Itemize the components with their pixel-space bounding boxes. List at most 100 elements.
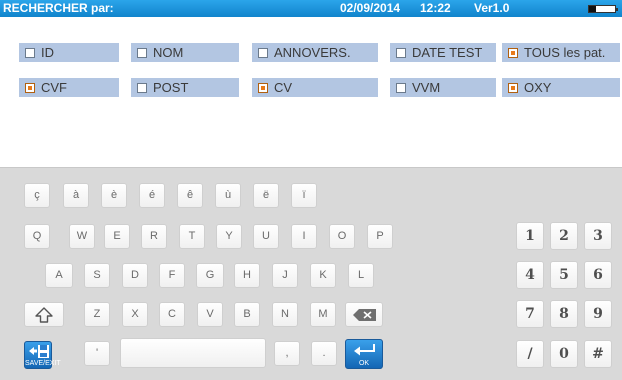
option-label: OXY xyxy=(524,80,552,95)
date-display: 02/09/2014 xyxy=(340,1,401,15)
key-c-cedilla[interactable]: ç xyxy=(24,183,50,208)
page-title: RECHERCHER par: xyxy=(3,1,114,15)
numpad-7[interactable]: 7 xyxy=(516,300,544,328)
option-id[interactable]: ID xyxy=(19,43,119,62)
numpad-slash[interactable]: / xyxy=(516,340,544,368)
numpad-2[interactable]: 2 xyxy=(550,222,578,250)
key-n[interactable]: N xyxy=(272,302,298,327)
key-h[interactable]: H xyxy=(234,263,260,288)
key-w[interactable]: W xyxy=(69,224,95,249)
numpad-6[interactable]: 6 xyxy=(584,261,612,289)
key-l[interactable]: L xyxy=(348,263,374,288)
checkbox-tous-les-pat[interactable] xyxy=(508,48,518,58)
key-c[interactable]: C xyxy=(159,302,185,327)
key-e-acute[interactable]: é xyxy=(139,183,165,208)
checkbox-cv[interactable] xyxy=(258,83,268,93)
enter-ok-button[interactable]: OK xyxy=(345,339,383,369)
key-b[interactable]: B xyxy=(234,302,260,327)
backspace-key[interactable] xyxy=(345,302,383,327)
floppy-disk-icon xyxy=(29,345,49,358)
option-nom[interactable]: NOM xyxy=(131,43,239,62)
option-label: CV xyxy=(274,80,293,95)
key-apostrophe[interactable]: ' xyxy=(84,341,110,366)
key-m[interactable]: M xyxy=(310,302,336,327)
key-r[interactable]: R xyxy=(141,224,167,249)
numpad-1[interactable]: 1 xyxy=(516,222,544,250)
checkbox-vvm[interactable] xyxy=(396,83,406,93)
key-k[interactable]: K xyxy=(310,263,336,288)
key-i[interactable]: I xyxy=(291,224,317,249)
option-oxy[interactable]: OXY xyxy=(502,78,620,97)
key-e[interactable]: E xyxy=(104,224,130,249)
option-label: VVM xyxy=(412,80,441,95)
checkbox-annovers[interactable] xyxy=(258,48,268,58)
key-v[interactable]: V xyxy=(197,302,223,327)
key-e-grave[interactable]: è xyxy=(101,183,127,208)
numpad-hash[interactable]: # xyxy=(584,340,612,368)
option-label: POST xyxy=(153,80,189,95)
option-post[interactable]: POST xyxy=(131,78,239,97)
option-date-test[interactable]: DATE TEST xyxy=(390,43,496,62)
status-bar: RECHERCHER par: 02/09/2014 12:22 Ver1.0 xyxy=(0,0,622,17)
key-z[interactable]: Z xyxy=(84,302,110,327)
key-u-grave[interactable]: ù xyxy=(215,183,241,208)
key-p[interactable]: P xyxy=(367,224,393,249)
key-a[interactable]: A xyxy=(45,263,73,288)
numpad-0[interactable]: 0 xyxy=(550,340,578,368)
option-cv[interactable]: CV xyxy=(252,78,378,97)
option-label: NOM xyxy=(153,45,184,60)
key-j[interactable]: J xyxy=(272,263,298,288)
checked-mark xyxy=(511,86,515,90)
battery-icon xyxy=(588,5,618,13)
option-label: ID xyxy=(41,45,54,60)
enter-arrow-icon xyxy=(354,344,375,356)
key-x[interactable]: X xyxy=(122,302,148,327)
key-e-circumflex[interactable]: ê xyxy=(177,183,203,208)
option-label: DATE TEST xyxy=(412,45,483,60)
save-exit-button[interactable]: SAVE/EXIT xyxy=(24,341,61,369)
key-comma[interactable]: , xyxy=(274,341,300,366)
numpad-3[interactable]: 3 xyxy=(584,222,612,250)
checkbox-oxy[interactable] xyxy=(508,83,518,93)
key-q[interactable]: Q xyxy=(24,224,50,249)
numpad-5[interactable]: 5 xyxy=(550,261,578,289)
key-a-grave[interactable]: à xyxy=(63,183,89,208)
checkbox-post[interactable] xyxy=(137,83,147,93)
checkbox-id[interactable] xyxy=(25,48,35,58)
search-criteria-panel: ID NOM ANNOVERS. DATE TEST TOUS les pat.… xyxy=(0,17,622,167)
save-exit-label: SAVE/EXIT xyxy=(25,360,61,367)
key-o[interactable]: O xyxy=(329,224,355,249)
key-period[interactable]: . xyxy=(311,341,337,366)
key-e-diaeresis[interactable]: ë xyxy=(253,183,279,208)
numpad-4[interactable]: 4 xyxy=(516,261,544,289)
checked-mark xyxy=(28,86,32,90)
option-cvf[interactable]: CVF xyxy=(19,78,119,97)
key-u[interactable]: U xyxy=(253,224,279,249)
key-d[interactable]: D xyxy=(122,263,148,288)
checked-mark xyxy=(511,51,515,55)
checkbox-nom[interactable] xyxy=(137,48,147,58)
checkbox-cvf[interactable] xyxy=(25,83,35,93)
key-s[interactable]: S xyxy=(84,263,110,288)
space-bar[interactable] xyxy=(120,338,266,368)
backspace-icon xyxy=(353,309,376,321)
option-label: CVF xyxy=(41,80,67,95)
numpad-9[interactable]: 9 xyxy=(584,300,612,328)
key-t[interactable]: T xyxy=(179,224,205,249)
option-tous-les-pat[interactable]: TOUS les pat. xyxy=(502,43,620,62)
key-y[interactable]: Y xyxy=(216,224,242,249)
shift-key[interactable] xyxy=(24,302,64,327)
numpad-8[interactable]: 8 xyxy=(550,300,578,328)
option-vvm[interactable]: VVM xyxy=(390,78,496,97)
option-annovers[interactable]: ANNOVERS. xyxy=(252,43,378,62)
option-label: TOUS les pat. xyxy=(524,45,606,60)
key-i-diaeresis[interactable]: ï xyxy=(291,183,317,208)
ok-label: OK xyxy=(358,360,370,367)
key-f[interactable]: F xyxy=(159,263,185,288)
on-screen-keyboard: ç à è é ê ù ë ï Q W E R T Y U I O P A S … xyxy=(0,167,622,380)
key-g[interactable]: G xyxy=(196,263,224,288)
time-display: 12:22 xyxy=(420,1,451,15)
checkbox-date-test[interactable] xyxy=(396,48,406,58)
option-label: ANNOVERS. xyxy=(274,45,351,60)
shift-arrow-icon xyxy=(35,307,53,323)
